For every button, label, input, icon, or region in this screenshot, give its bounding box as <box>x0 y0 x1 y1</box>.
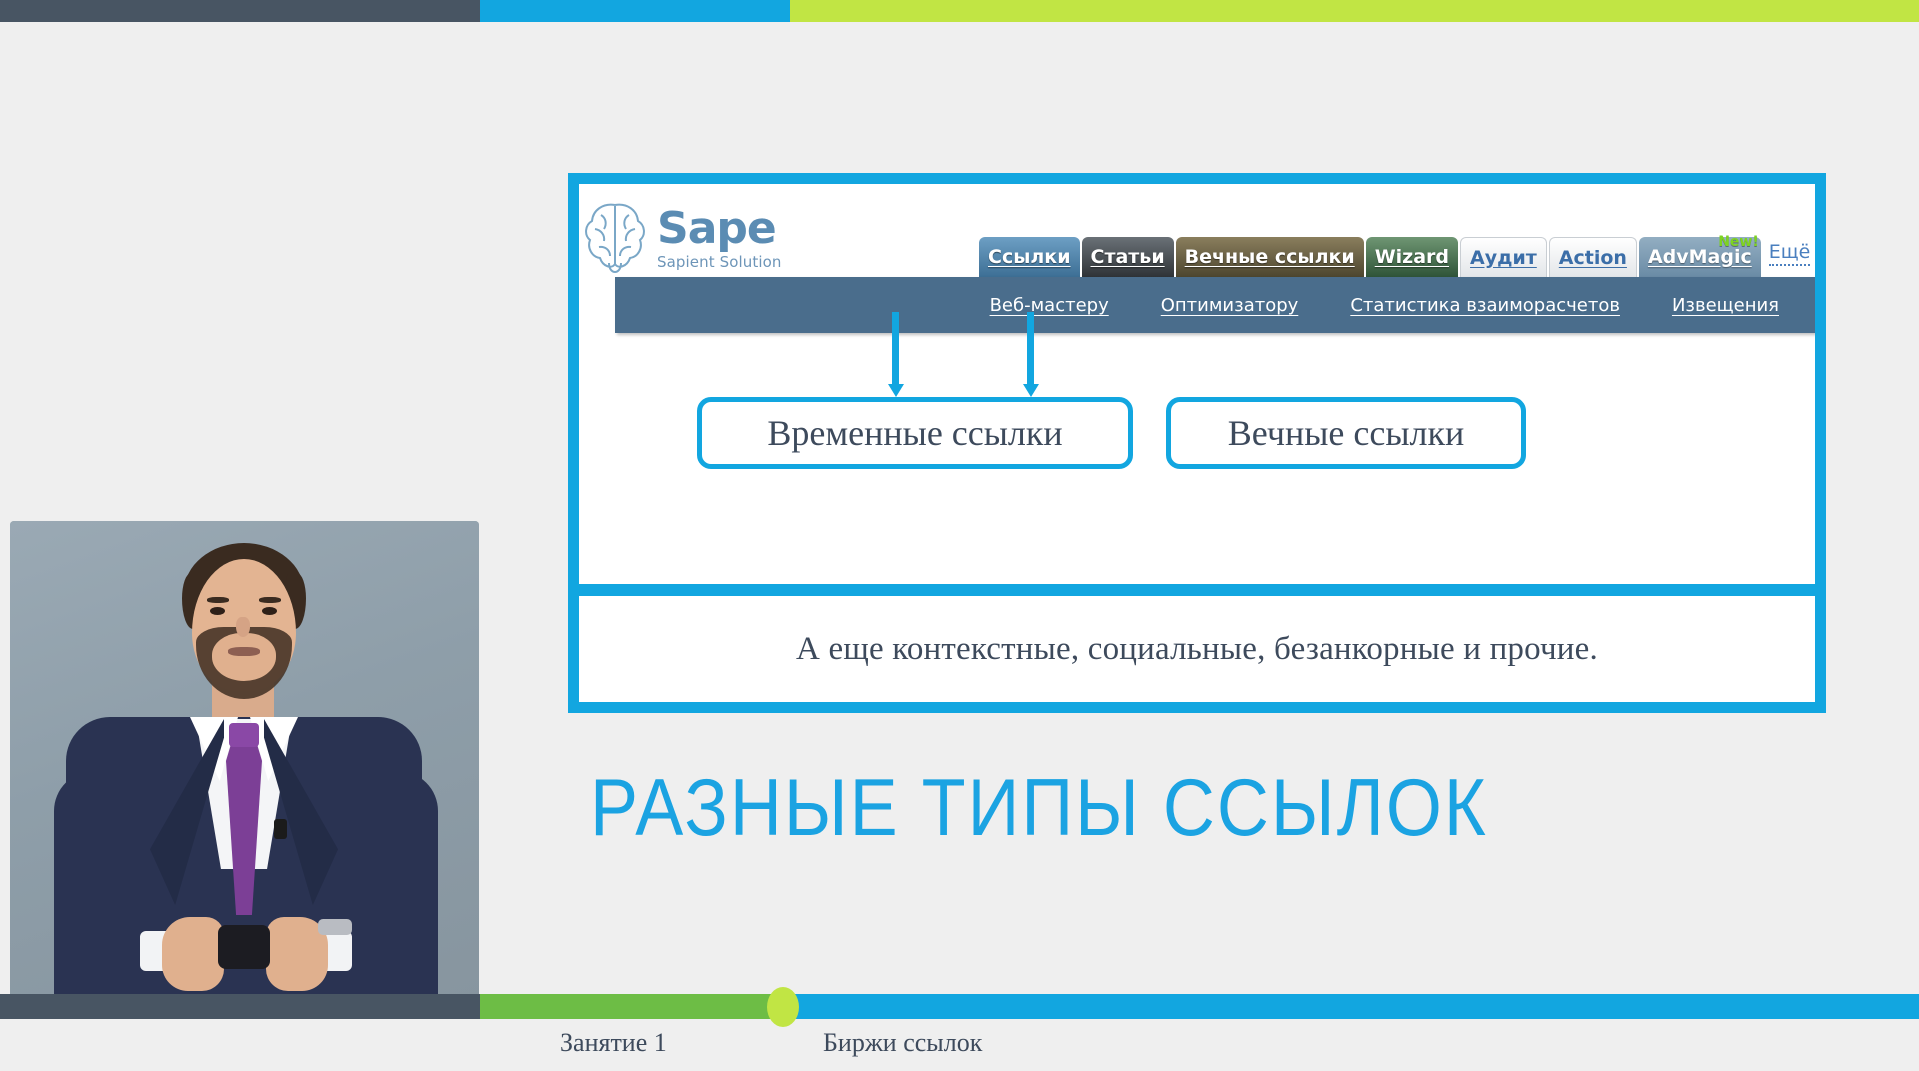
top-bar-segment-blue <box>480 0 790 22</box>
screenshot-image-area: Sape Sapient Solution Ссылки Статьи Вечн… <box>579 184 1815 584</box>
brain-icon <box>579 199 651 278</box>
arrow-head <box>888 384 904 397</box>
presenter-lapel-microphone <box>274 819 287 839</box>
new-badge: New! <box>1718 234 1759 250</box>
sape-logo-tagline: Sapient Solution <box>657 252 782 271</box>
presenter-eyebrow-right <box>259 597 281 603</box>
footer-progress-marker <box>767 987 799 1027</box>
footer-topic-label: Биржи ссылок <box>823 1028 983 1057</box>
presenter-nose <box>236 617 250 637</box>
callout-label: Вечные ссылки <box>1227 413 1465 453</box>
presenter-eye-left <box>210 607 225 615</box>
arrow-down-icon-temporary <box>888 312 904 397</box>
presenter-tie-knot <box>229 723 259 747</box>
presenter-eye-right <box>262 607 277 615</box>
footer-segment-green <box>480 994 780 1019</box>
panel-divider <box>568 584 1826 596</box>
callout-label: Временные ссылки <box>767 413 1063 453</box>
arrow-down-icon-permanent <box>1023 312 1039 397</box>
tab-label: Статьи <box>1090 246 1165 268</box>
arrow-shaft <box>892 312 899 386</box>
footer-labels: Занятие 1 Биржи ссылок <box>0 1028 1919 1071</box>
sape-tab-bar: Ссылки Статьи Вечные ссылки Wizard Аудит… <box>979 233 1811 277</box>
sape-logo-name: Sape <box>657 202 777 254</box>
tab-more-link[interactable]: Ещё <box>1768 241 1811 266</box>
presenter-chin <box>212 633 276 681</box>
footer-segment-blue <box>780 994 1919 1019</box>
tab-audit[interactable]: Аудит <box>1460 237 1547 277</box>
sape-wordmark: Sape Sapient Solution <box>657 202 782 271</box>
subnav-item-settlement-statistics[interactable]: Статистика взаиморасчетов <box>1350 295 1620 316</box>
presenter-clicker <box>218 925 270 969</box>
tab-action[interactable]: Action <box>1548 237 1637 277</box>
top-bar-segment-dark <box>0 0 480 22</box>
tab-vechnye-ssylki[interactable]: Вечные ссылки <box>1175 237 1364 277</box>
tab-advmagic[interactable]: New! AdvMagic <box>1638 234 1761 277</box>
footer-lesson-label: Занятие 1 <box>560 1028 667 1057</box>
footer-segment-dark <box>0 994 480 1019</box>
tab-label: Аудит <box>1470 246 1537 269</box>
top-bar-segment-lime <box>790 0 1919 22</box>
page-title: РАЗНЫЕ ТИПЫ ССЫЛОК <box>590 763 1488 853</box>
subnav-item-notifications[interactable]: Извещения <box>1672 295 1779 316</box>
tab-label: Action <box>1558 246 1627 269</box>
tab-wizard[interactable]: Wizard <box>1365 237 1459 277</box>
presenter-video <box>10 521 479 1001</box>
top-accent-bar <box>0 0 1919 22</box>
presenter-hand-left <box>162 917 224 991</box>
screenshot-panel: Sape Sapient Solution Ссылки Статьи Вечн… <box>568 173 1826 713</box>
tab-stati[interactable]: Статьи <box>1081 237 1174 277</box>
sape-subnav-bar: Веб-мастеру Оптимизатору Статистика взаи… <box>615 277 1815 333</box>
tab-label: Вечные ссылки <box>1184 246 1355 268</box>
footer-progress-bar <box>0 994 1919 1019</box>
presenter-mouth <box>228 647 260 656</box>
callout-permanent-links: Вечные ссылки <box>1166 397 1526 469</box>
arrow-head <box>1023 384 1039 397</box>
tab-label: Ссылки <box>988 246 1071 268</box>
panel-caption-text: А еще контекстные, социальные, безанкорн… <box>796 630 1598 667</box>
sape-logo: Sape Sapient Solution <box>579 192 829 284</box>
presenter-wristwatch <box>318 919 352 935</box>
arrow-shaft <box>1027 312 1034 386</box>
panel-caption-area: А еще контекстные, социальные, безанкорн… <box>579 596 1815 702</box>
tab-ssylki[interactable]: Ссылки <box>979 237 1080 277</box>
callout-temporary-links: Временные ссылки <box>697 397 1133 469</box>
presenter-eyebrow-left <box>207 597 229 603</box>
subnav-item-optimizer[interactable]: Оптимизатору <box>1161 295 1299 316</box>
tab-label: Wizard <box>1374 246 1450 268</box>
subnav-item-webmaster[interactable]: Веб-мастеру <box>990 295 1109 316</box>
